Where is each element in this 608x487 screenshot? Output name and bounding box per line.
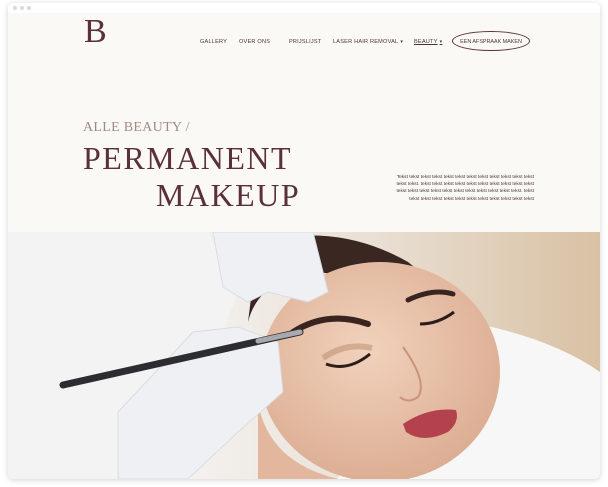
page-title-line-2: MAKEUP — [156, 177, 301, 213]
hero-image — [8, 231, 600, 479]
nav-item-gallery[interactable]: GALLERY — [200, 36, 227, 48]
page-title-line-1: PERMANENT — [83, 140, 293, 176]
nav-item-laser-hair-removal[interactable]: LASER HAIR REMOVAL ▾ — [333, 36, 403, 48]
caret-down-icon: ▾ — [400, 39, 404, 45]
book-appointment-button[interactable]: EEN AFSPRAAK MAKEN — [452, 31, 530, 51]
nav-item-prijslijst[interactable]: PRIJSLIJST — [289, 36, 321, 48]
hero-photo-illustration — [8, 231, 600, 479]
nav-item-label: LASER HAIR REMOVAL — [333, 39, 399, 45]
window-dot-icon — [27, 6, 31, 10]
window-chrome — [8, 3, 600, 13]
caret-down-icon: ▾ — [439, 39, 443, 45]
intro-text: Tekst tekst tekst tekst tekst tekst teks… — [396, 175, 534, 202]
breadcrumb: ALLE BEAUTY / — [83, 120, 190, 135]
window-dot-icon — [20, 6, 24, 10]
nav-item-beauty[interactable]: BEAUTY ▾ — [414, 36, 442, 48]
nav-item-over-ons[interactable]: OVER ONS — [239, 36, 270, 48]
nav-item-label: BEAUTY — [414, 39, 438, 45]
browser-window: B GALLERY OVER ONS PRIJSLIJST LASER HAIR… — [8, 3, 600, 479]
logo[interactable]: B — [84, 15, 107, 49]
window-dot-icon — [13, 6, 17, 10]
glove-top — [212, 231, 329, 303]
